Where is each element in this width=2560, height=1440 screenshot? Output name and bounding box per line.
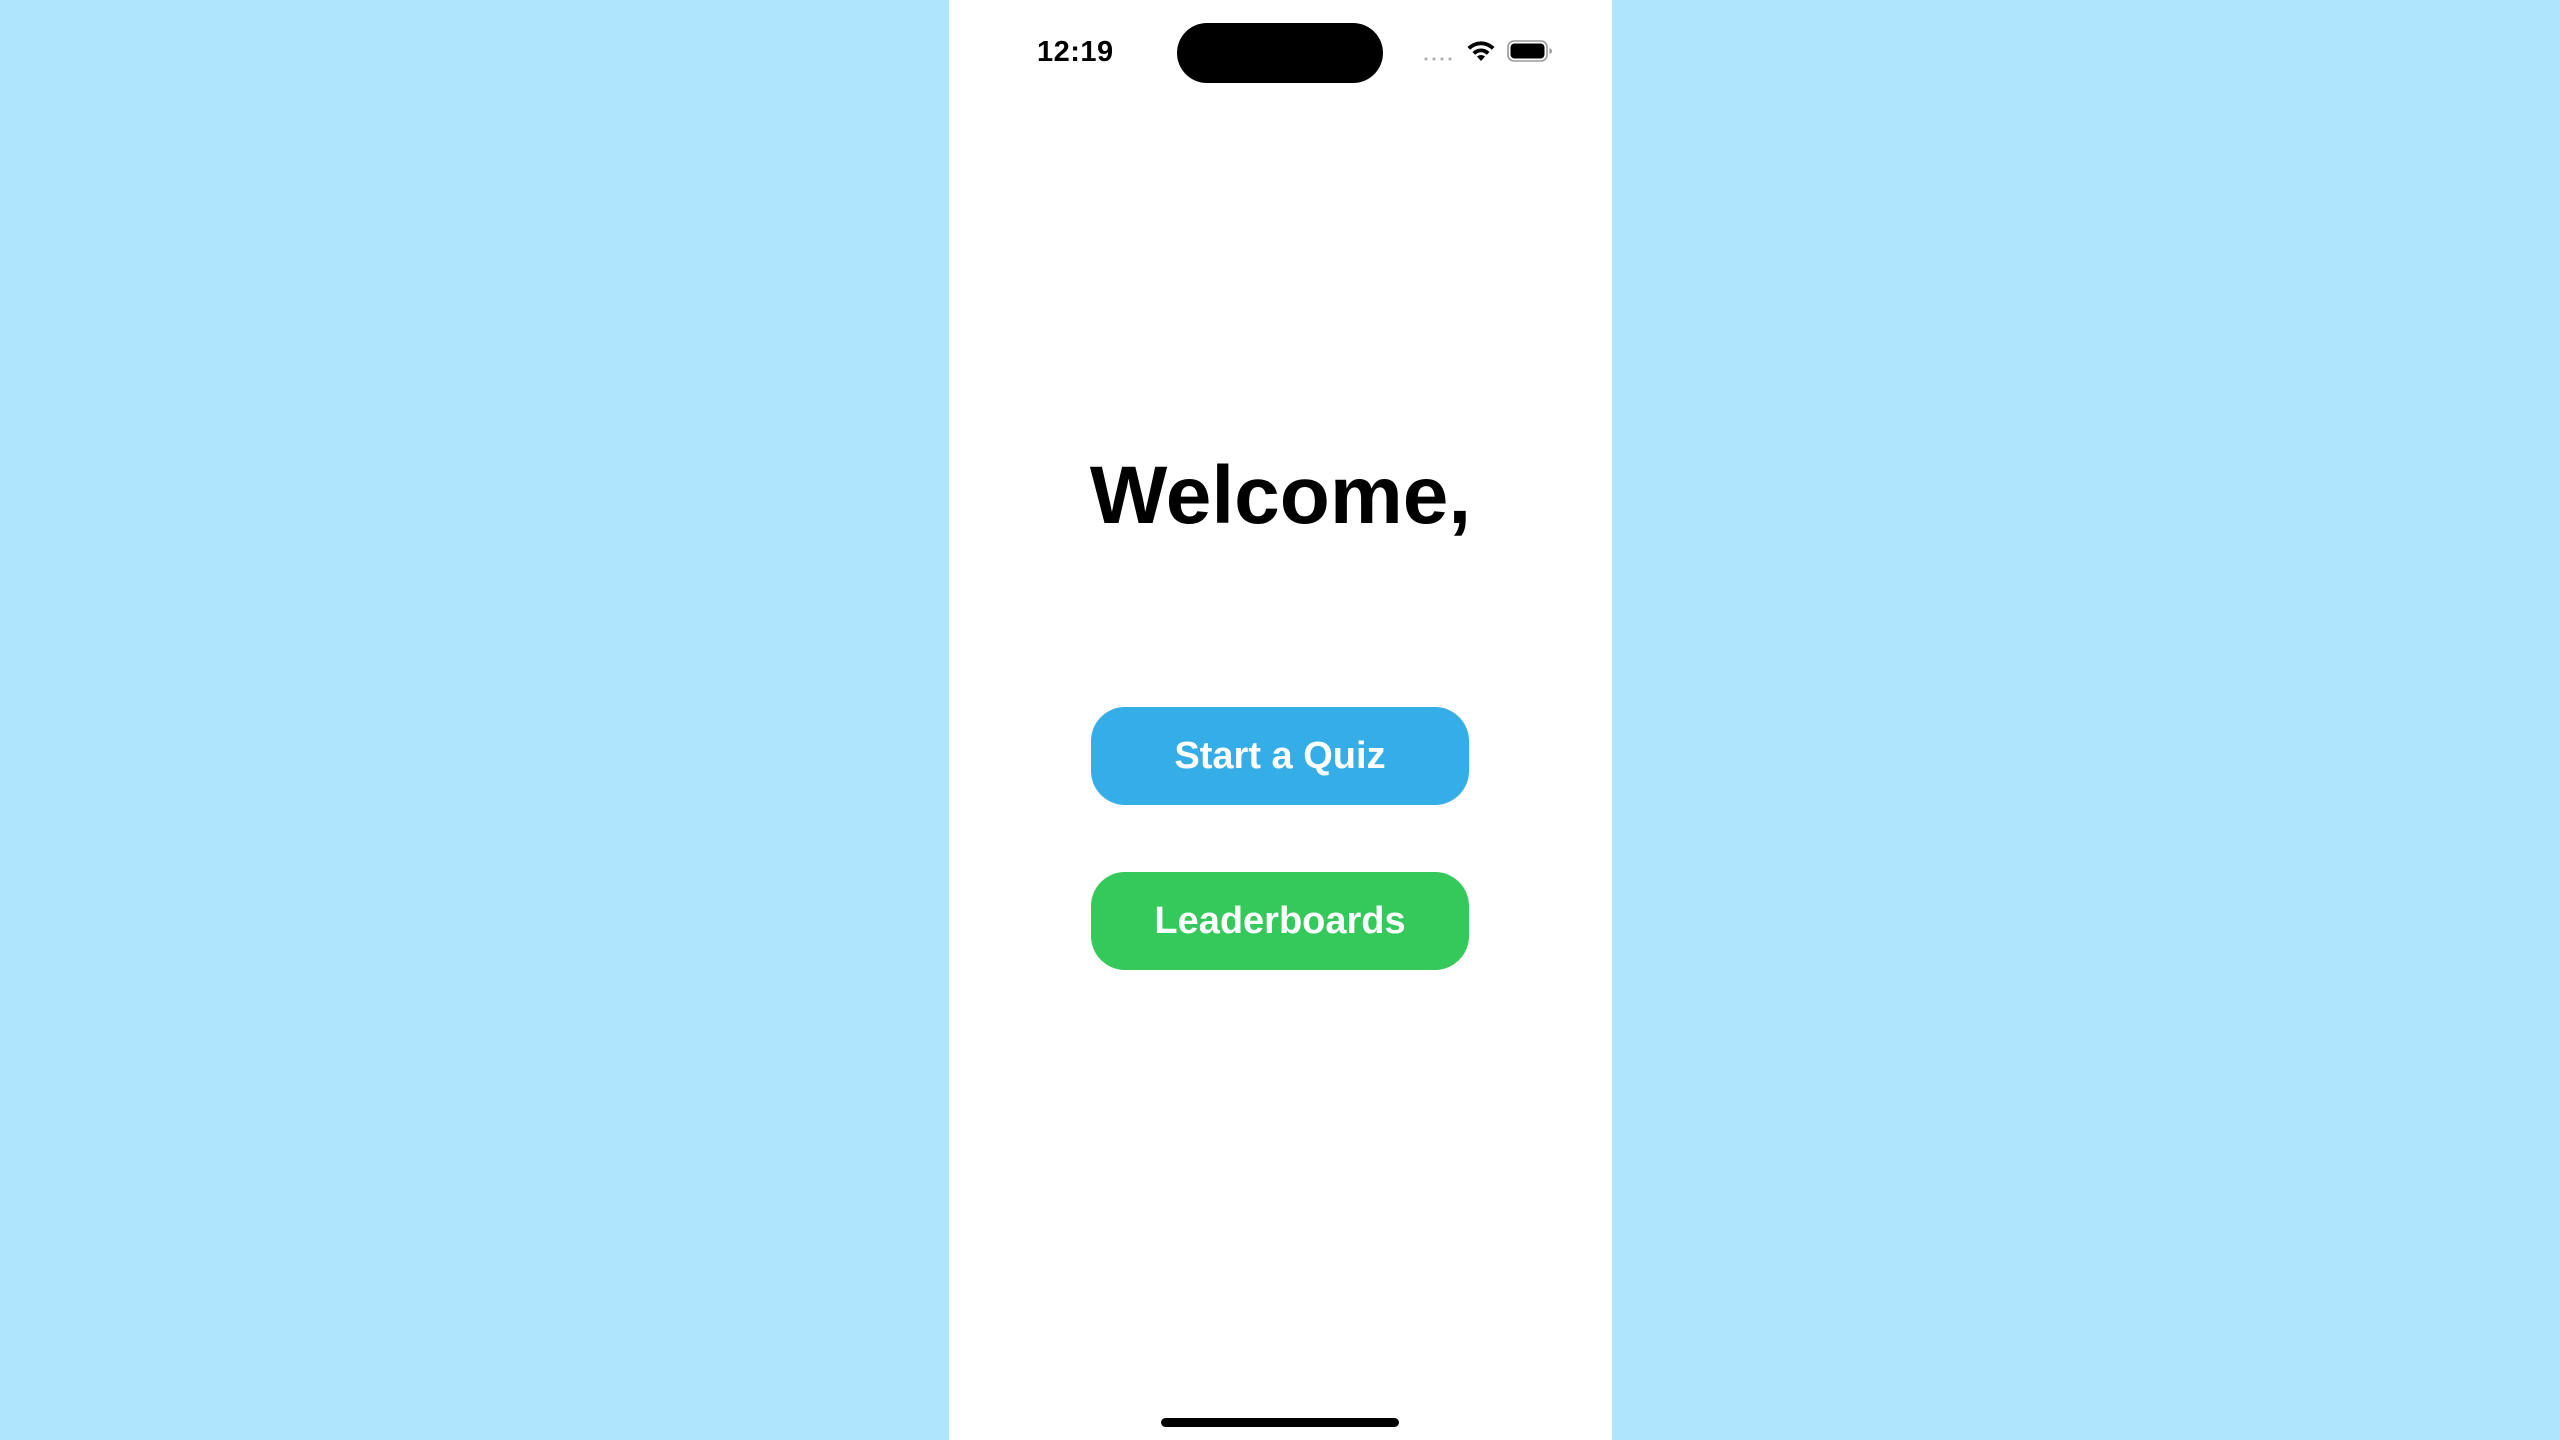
start-quiz-button[interactable]: Start a Quiz <box>1091 707 1469 805</box>
status-time: 12:19 <box>1037 36 1114 68</box>
wifi-icon <box>1467 41 1495 61</box>
home-indicator[interactable] <box>1161 1418 1399 1427</box>
phone-screen: 12:19 Welcome, Start a Quiz Leaderboards <box>949 0 1612 1440</box>
cellular-signal-icon <box>1424 57 1452 61</box>
dynamic-island <box>1177 23 1383 83</box>
status-bar: 12:19 <box>949 0 1612 106</box>
welcome-title: Welcome, <box>1089 450 1472 541</box>
battery-icon <box>1507 40 1552 62</box>
leaderboards-button[interactable]: Leaderboards <box>1091 872 1469 970</box>
